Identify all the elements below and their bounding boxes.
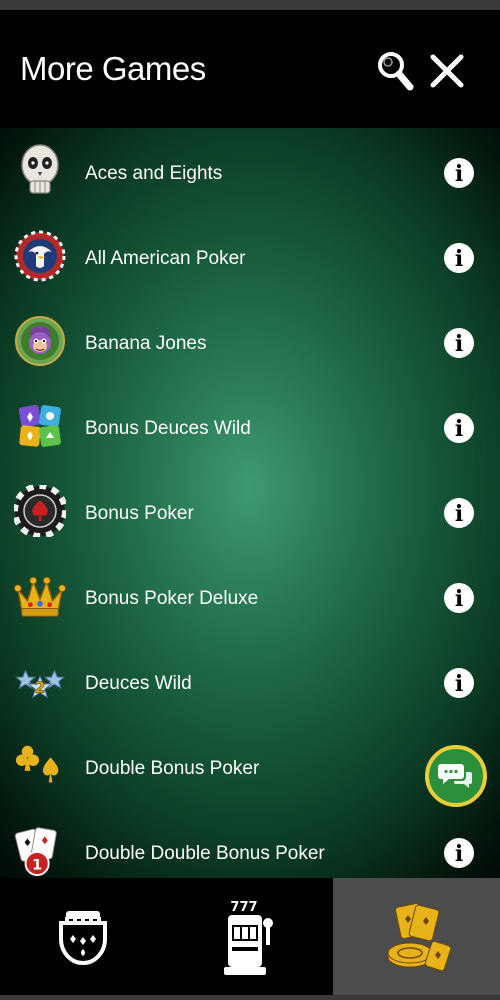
search-icon bbox=[378, 52, 414, 91]
cards-chips-icon bbox=[387, 902, 451, 971]
close-button[interactable] bbox=[424, 48, 470, 94]
game-name: All American Poker bbox=[85, 248, 246, 269]
game-name: Double Double Bonus Poker bbox=[85, 843, 325, 864]
slot-machine-icon: 777 bbox=[223, 900, 273, 975]
colorful-cards-icon bbox=[14, 400, 66, 452]
svg-text:2: 2 bbox=[35, 679, 46, 697]
monkey-icon bbox=[14, 315, 66, 367]
bottom-edge-strip bbox=[0, 995, 500, 1000]
info-button[interactable]: i bbox=[444, 838, 474, 868]
search-button[interactable] bbox=[372, 48, 418, 94]
more-games-screen: More Games Aces and Eights i All America… bbox=[0, 0, 500, 1000]
header-bar: More Games bbox=[0, 10, 500, 128]
game-row-all-american-poker[interactable]: All American Poker i bbox=[0, 216, 500, 301]
game-name: Deuces Wild bbox=[85, 673, 192, 694]
info-button[interactable]: i bbox=[444, 498, 474, 528]
card-table-icon bbox=[59, 910, 107, 965]
nav-tab-more-games[interactable] bbox=[333, 878, 500, 995]
game-name: Bonus Poker bbox=[85, 503, 194, 524]
info-icon: i bbox=[454, 330, 464, 357]
game-name: Aces and Eights bbox=[85, 163, 223, 184]
skull-icon bbox=[14, 144, 66, 197]
info-icon: i bbox=[454, 670, 464, 697]
game-name: Double Bonus Poker bbox=[85, 758, 260, 779]
nav-tab-slots[interactable]: 777 bbox=[166, 878, 333, 995]
nav-tab-video-poker[interactable] bbox=[0, 878, 166, 995]
info-icon: i bbox=[454, 500, 464, 527]
cards-badge-one-icon: 1 bbox=[14, 825, 66, 877]
game-row-deuces-wild[interactable]: 2 Deuces Wild i bbox=[0, 641, 500, 726]
game-name: Banana Jones bbox=[85, 333, 207, 354]
game-row-bonus-deuces-wild[interactable]: Bonus Deuces Wild i bbox=[0, 386, 500, 471]
info-button[interactable]: i bbox=[444, 668, 474, 698]
poker-chip-spade-icon bbox=[14, 485, 66, 537]
info-button[interactable]: i bbox=[444, 243, 474, 273]
info-icon: i bbox=[454, 245, 464, 272]
info-icon: i bbox=[454, 840, 464, 867]
info-icon: i bbox=[454, 415, 464, 442]
svg-text:1: 1 bbox=[32, 857, 42, 873]
game-row-double-double-bonus-poker[interactable]: 1 Double Double Bonus Poker i bbox=[0, 811, 500, 878]
info-icon: i bbox=[454, 160, 464, 187]
info-button[interactable]: i bbox=[444, 413, 474, 443]
games-list[interactable]: Aces and Eights i All American Poker i B… bbox=[0, 128, 500, 878]
game-row-aces-and-eights[interactable]: Aces and Eights i bbox=[0, 131, 500, 216]
close-icon bbox=[430, 54, 464, 88]
game-row-bonus-poker-deluxe[interactable]: Bonus Poker Deluxe i bbox=[0, 556, 500, 641]
page-title: More Games bbox=[20, 50, 206, 87]
stars-two-icon: 2 bbox=[14, 655, 66, 707]
crown-icon bbox=[14, 570, 66, 622]
chat-button[interactable] bbox=[425, 745, 487, 807]
game-row-banana-jones[interactable]: Banana Jones i bbox=[0, 301, 500, 386]
svg-text:777: 777 bbox=[230, 900, 257, 915]
eagle-icon bbox=[14, 230, 66, 282]
club-spade-icon bbox=[14, 740, 66, 792]
info-button[interactable]: i bbox=[444, 583, 474, 613]
info-icon: i bbox=[454, 585, 464, 612]
game-name: Bonus Poker Deluxe bbox=[85, 588, 259, 609]
game-name: Bonus Deuces Wild bbox=[85, 418, 251, 439]
info-button[interactable]: i bbox=[444, 158, 474, 188]
chat-bubbles-icon bbox=[438, 764, 472, 788]
bottom-nav: 777 bbox=[0, 878, 500, 995]
top-edge-strip bbox=[0, 0, 500, 10]
game-row-bonus-poker[interactable]: Bonus Poker i bbox=[0, 471, 500, 556]
info-button[interactable]: i bbox=[444, 328, 474, 358]
